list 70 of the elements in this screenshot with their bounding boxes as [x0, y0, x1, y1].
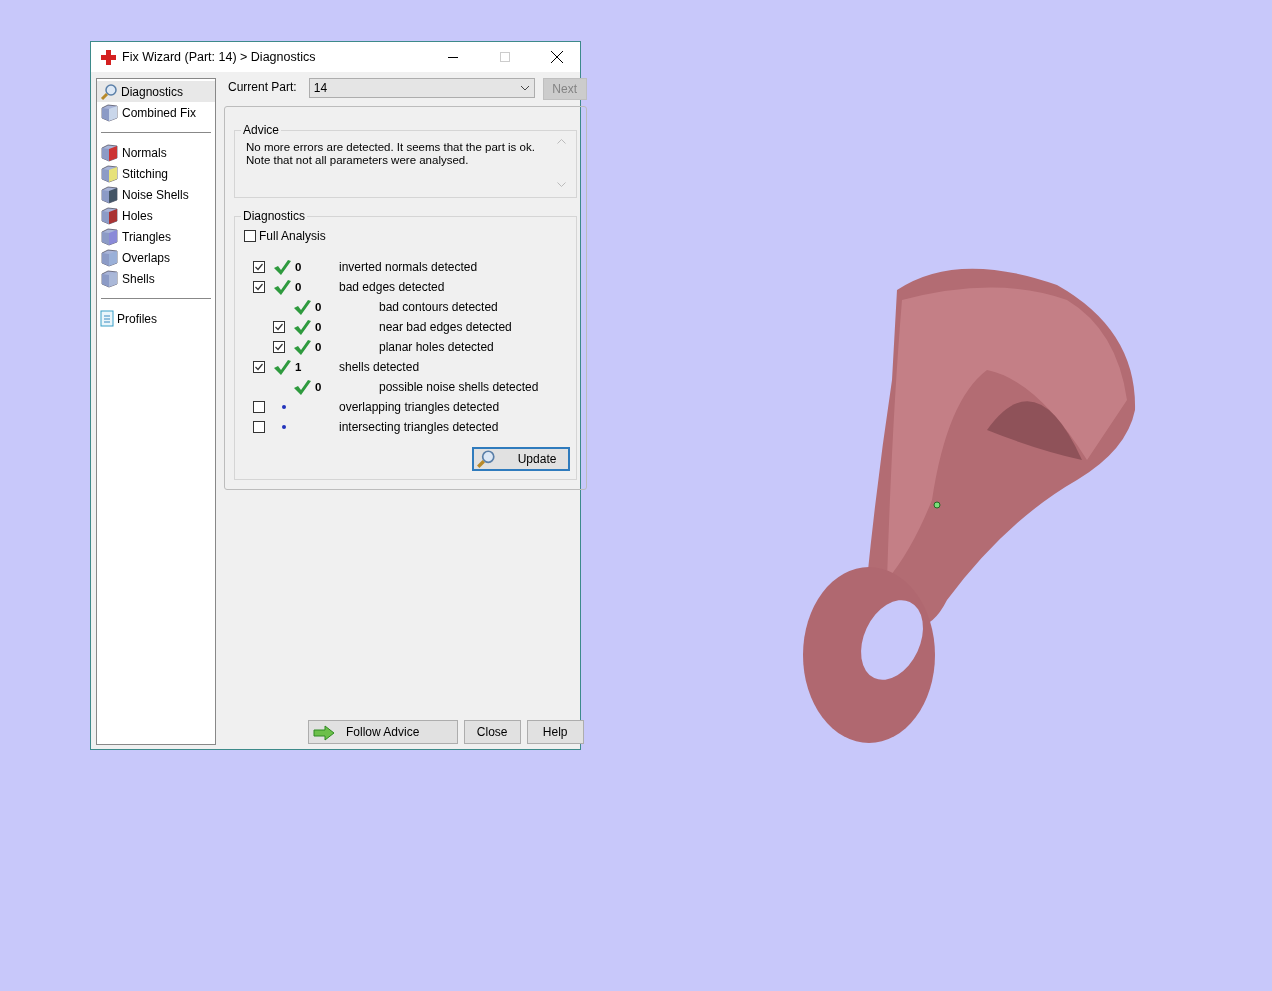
dot-icon	[282, 405, 286, 409]
chevron-down-icon	[519, 85, 530, 91]
count-text: 1	[295, 361, 302, 373]
sidebar-item[interactable]: Noise Shells	[97, 184, 215, 205]
diagnostic-label: possible noise shells detected	[379, 380, 539, 394]
checkmark-icon	[293, 338, 311, 356]
checkbox[interactable]	[253, 261, 265, 273]
sidebar-item[interactable]: Combined Fix	[97, 102, 215, 123]
checkmark-icon	[293, 298, 311, 316]
close-dialog-button[interactable]: Close	[463, 720, 521, 744]
diagnostic-label: near bad edges detected	[379, 320, 512, 334]
checkbox[interactable]	[253, 281, 265, 293]
advice-text: No more errors are detected. It seems that the part is ok. Note that not all parameters were analysed.	[246, 141, 535, 168]
diagnostic-label: overlapping triangles detected	[339, 400, 500, 414]
cube-icon	[100, 143, 119, 162]
sidebar-item[interactable]: Normals	[97, 142, 215, 163]
checkbox[interactable]	[273, 341, 285, 353]
diagnostic-label: intersecting triangles detected	[339, 420, 499, 434]
follow-advice-button[interactable]: Follow Advice	[307, 720, 458, 744]
count-text: 0	[295, 261, 302, 273]
count-text: 0	[315, 381, 322, 393]
group-title: Advice	[242, 123, 281, 137]
sidebar-item[interactable]: Diagnostics	[97, 81, 215, 102]
part-dropdown[interactable]: 14	[308, 78, 535, 98]
cube-icon	[100, 227, 119, 246]
sidebar-item[interactable]: Triangles	[97, 226, 215, 247]
count-text: 0	[315, 341, 322, 353]
dot-icon	[282, 425, 286, 429]
arrow-right-icon	[312, 725, 335, 741]
count-text: 0	[295, 281, 302, 293]
search-icon	[100, 82, 118, 101]
sidebar-item[interactable]: Shells	[97, 268, 215, 289]
cross-icon	[101, 49, 116, 65]
checkbox-label: Full Analysis	[259, 229, 326, 243]
sidebar-item[interactable]: Stitching	[97, 163, 215, 184]
cube-icon	[100, 103, 119, 122]
search-icon	[475, 449, 496, 469]
help-button[interactable]: Help	[526, 720, 584, 744]
checkbox[interactable]	[253, 401, 265, 413]
checkbox[interactable]	[244, 230, 256, 242]
checkmark-icon	[273, 278, 291, 296]
current-part-label: Current Part:	[228, 80, 297, 94]
count-text: 0	[315, 321, 322, 333]
checkbox[interactable]	[253, 421, 265, 433]
cube-icon	[100, 248, 119, 267]
update-button[interactable]: Update	[471, 447, 570, 471]
cube-icon	[100, 206, 119, 225]
diagnostic-label: bad contours detected	[379, 300, 498, 314]
checkmark-icon	[293, 378, 311, 396]
diagnostic-label: bad edges detected	[339, 280, 445, 294]
cube-icon	[100, 269, 119, 288]
cube-icon	[100, 164, 119, 183]
document-icon	[100, 310, 114, 327]
checkmark-icon	[273, 358, 291, 376]
checkmark-icon	[293, 318, 311, 336]
checkbox[interactable]	[273, 321, 285, 333]
diagnostic-label: planar holes detected	[379, 340, 494, 354]
diagnostic-label: shells detected	[339, 360, 420, 374]
maximize-icon	[500, 52, 510, 62]
close-icon	[551, 51, 563, 63]
group-title: Diagnostics	[242, 209, 307, 223]
cube-icon	[100, 185, 119, 204]
sidebar-item[interactable]: Overlaps	[97, 247, 215, 268]
window-title: Fix Wizard (Part: 14) > Diagnostics	[122, 50, 317, 64]
diagnostic-label: inverted normals detected	[339, 260, 478, 274]
sidebar-item[interactable]: Holes	[97, 205, 215, 226]
checkmark-icon	[273, 258, 291, 276]
sidebar-item[interactable]: Profiles	[97, 308, 215, 329]
count-text: 0	[315, 301, 322, 313]
checkbox[interactable]	[253, 361, 265, 373]
